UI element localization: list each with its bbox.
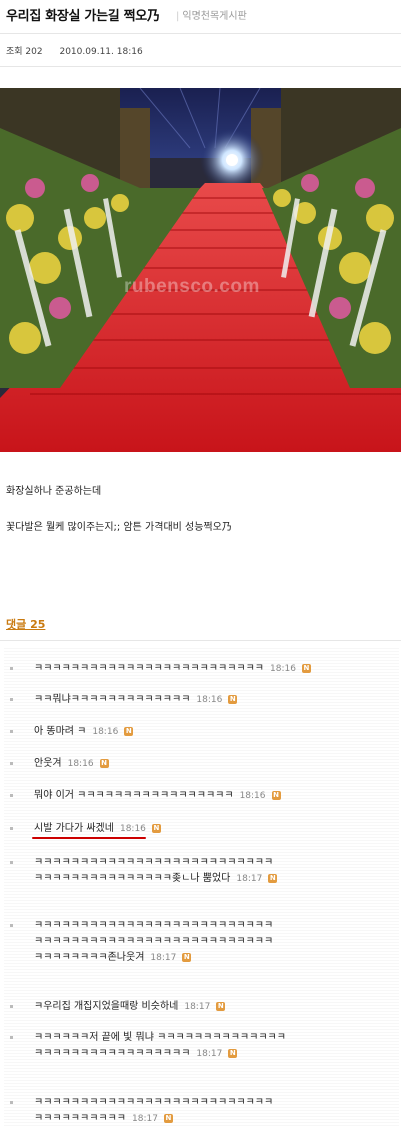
new-badge-icon: N <box>163 1113 173 1123</box>
comment-text: ㅋㅋ뭐냐ㅋㅋㅋㅋㅋㅋㅋㅋㅋㅋㅋㅋㅋ <box>34 694 191 705</box>
comment-item: ㅋㅋㅋㅋㅋㅋㅋㅋㅋㅋㅋㅋㅋㅋㅋㅋㅋㅋㅋㅋㅋㅋㅋㅋㅋㅋ <box>10 1096 274 1109</box>
comment-time: 18:16 <box>270 664 296 674</box>
post-image: rubensco.com <box>0 88 401 452</box>
comment-text: 시발 가다가 싸겠네 <box>34 823 114 834</box>
comment-continuation: ㅋㅋㅋㅋㅋㅋㅋㅋㅋㅋㅋㅋㅋㅋㅋㅋㅋ 18:17 N <box>34 1047 238 1061</box>
comment-text: ㅋ우리집 개집지었을때랑 비슷하네 <box>34 1001 179 1012</box>
comment-bullet <box>10 698 13 701</box>
comment-continuation: ㅋㅋㅋㅋㅋㅋㅋㅋㅋㅋㅋㅋㅋㅋㅋ좆ㄴ나 뿜었다 18:17 N <box>34 872 278 886</box>
new-badge-icon: N <box>271 790 281 800</box>
new-badge-icon: N <box>228 1048 238 1058</box>
comment-time: 18:17 <box>236 874 263 884</box>
divider <box>0 66 401 67</box>
comment-bullet <box>10 827 13 830</box>
comment-item: 시발 가다가 싸겠네 18:16 N <box>10 822 161 836</box>
divider <box>0 640 401 641</box>
comment-bullet <box>10 1036 13 1039</box>
new-badge-icon: N <box>268 873 278 883</box>
new-badge-icon: N <box>301 663 311 673</box>
highlight-underline <box>32 837 146 839</box>
comment-text: ㅋㅋㅋㅋㅋㅋㅋㅋㅋㅋㅋㅋㅋㅋㅋㅋㅋㅋㅋㅋㅋㅋㅋㅋㅋㅋ <box>34 1097 274 1108</box>
comment-bullet <box>10 667 13 670</box>
comment-time: 18:16 <box>196 695 223 705</box>
comment-item: 뭐야 이거 ㅋㅋㅋㅋㅋㅋㅋㅋㅋㅋㅋㅋㅋㅋㅋㅋㅋ 18:16 N <box>10 789 281 803</box>
comment-item: ㅋㅋㅋㅋㅋㅋㅋㅋㅋㅋㅋㅋㅋㅋㅋㅋㅋㅋㅋㅋㅋㅋㅋㅋㅋ 18:16 N <box>10 662 311 676</box>
comment-bullet <box>10 1005 13 1008</box>
comment-item: ㅋ우리집 개집지었을때랑 비슷하네 18:17 N <box>10 1000 226 1014</box>
comment-bullet <box>10 861 13 864</box>
comment-item: ㅋㅋㅋㅋㅋㅋㅋㅋㅋㅋㅋㅋㅋㅋㅋㅋㅋㅋㅋㅋㅋㅋㅋㅋㅋㅋ <box>10 856 274 869</box>
comment-time: 18:17 <box>196 1049 223 1059</box>
comment-item: 안웃겨 18:16 N <box>10 757 109 771</box>
comment-time: 18:16 <box>119 824 146 834</box>
comment-bullet <box>10 730 13 733</box>
new-badge-icon: N <box>182 952 192 962</box>
new-badge-icon: N <box>151 823 161 833</box>
comment-text: 뭐야 이거 ㅋㅋㅋㅋㅋㅋㅋㅋㅋㅋㅋㅋㅋㅋㅋㅋㅋ <box>34 790 234 801</box>
comment-text: ㅋㅋㅋㅋㅋㅋㅋㅋㅋㅋㅋㅋㅋㅋㅋㅋㅋㅋㅋㅋㅋㅋㅋㅋㅋㅋ <box>34 920 274 931</box>
comment-bullet <box>10 924 13 927</box>
post-header: 우리집 화장실 가는길 쩍오乃 | 익명천목게시판 <box>0 0 401 34</box>
comment-text: ㅋㅋㅋㅋㅋㅋㅋㅋ존나웃겨 <box>34 952 145 963</box>
comment-count-label[interactable]: 댓글 25 <box>6 616 45 632</box>
comment-bullet <box>10 762 13 765</box>
comment-item: 아 똥마려 ㅋ 18:16 N <box>10 725 134 739</box>
post-date: 2010.09.11. 18:16 <box>59 47 143 57</box>
divider <box>0 33 401 34</box>
new-badge-icon: N <box>99 758 109 768</box>
comment-text: ㅋㅋㅋㅋㅋㅋㅋㅋㅋㅋㅋㅋㅋㅋㅋㅋㅋ <box>34 1048 191 1059</box>
comment-text: ㅋㅋㅋㅋㅋㅋㅋㅋㅋㅋ <box>34 1113 126 1124</box>
comment-text: ㅋㅋㅋㅋㅋㅋㅋㅋㅋㅋㅋㅋㅋㅋㅋㅋㅋㅋㅋㅋㅋㅋㅋㅋㅋㅋ <box>34 936 274 947</box>
board-link[interactable]: | 익명천목게시판 <box>176 7 247 22</box>
new-badge-icon: N <box>228 694 238 704</box>
post-title: 우리집 화장실 가는길 쩍오乃 <box>6 9 160 24</box>
comment-text: ㅋㅋㅋㅋㅋㅋㅋㅋㅋㅋㅋㅋㅋㅋㅋㅋㅋㅋㅋㅋㅋㅋㅋㅋㅋ <box>34 663 264 674</box>
comment-item: ㅋㅋ뭐냐ㅋㅋㅋㅋㅋㅋㅋㅋㅋㅋㅋㅋㅋ 18:16 N <box>10 693 238 707</box>
comment-bullet <box>10 794 13 797</box>
comment-time: 18:17 <box>132 1114 158 1124</box>
comment-text: 아 똥마려 ㅋ <box>34 726 87 737</box>
comment-text: ㅋㅋㅋㅋㅋㅋ저 끝에 빛 뭐냐 ㅋㅋㅋㅋㅋㅋㅋㅋㅋㅋㅋㅋㅋㅋ <box>34 1032 286 1043</box>
comment-text: ㅋㅋㅋㅋㅋㅋㅋㅋㅋㅋㅋㅋㅋㅋㅋ좆ㄴ나 뿜었다 <box>34 873 231 884</box>
post-body-line: 꽃다발은 뭘케 많이주는지;; 암튼 가격대비 성능쩍오乃 <box>6 522 232 533</box>
comment-continuation: ㅋㅋㅋㅋㅋㅋㅋㅋㅋㅋ 18:17 N <box>34 1112 173 1126</box>
comment-time: 18:16 <box>239 791 266 801</box>
comment-text: 안웃겨 <box>34 758 62 769</box>
comment-text: ㅋㅋㅋㅋㅋㅋㅋㅋㅋㅋㅋㅋㅋㅋㅋㅋㅋㅋㅋㅋㅋㅋㅋㅋㅋㅋ <box>34 857 274 868</box>
comment-time: 18:16 <box>67 759 94 769</box>
post-meta: 조회 202 2010.09.11. 18:16 <box>6 44 157 57</box>
post-body-line: 화장실하나 준공하는데 <box>6 486 102 497</box>
comment-time: 18:17 <box>150 953 177 963</box>
image-watermark: rubensco.com <box>124 276 260 297</box>
comment-time: 18:17 <box>184 1002 211 1012</box>
comment-continuation: ㅋㅋㅋㅋㅋㅋㅋㅋㅋㅋㅋㅋㅋㅋㅋㅋㅋㅋㅋㅋㅋㅋㅋㅋㅋㅋ <box>34 935 273 948</box>
new-badge-icon: N <box>124 726 134 736</box>
comment-item: ㅋㅋㅋㅋㅋㅋ저 끝에 빛 뭐냐 ㅋㅋㅋㅋㅋㅋㅋㅋㅋㅋㅋㅋㅋㅋ <box>10 1031 286 1044</box>
view-count: 조회 202 <box>6 47 43 57</box>
comment-continuation: ㅋㅋㅋㅋㅋㅋㅋㅋ존나웃겨 18:17 N <box>34 951 192 965</box>
comment-time: 18:16 <box>92 727 119 737</box>
board-name[interactable]: 익명천목게시판 <box>182 11 246 22</box>
new-badge-icon: N <box>216 1001 226 1011</box>
comment-item: ㅋㅋㅋㅋㅋㅋㅋㅋㅋㅋㅋㅋㅋㅋㅋㅋㅋㅋㅋㅋㅋㅋㅋㅋㅋㅋ <box>10 919 274 932</box>
comment-bullet <box>10 1101 13 1104</box>
